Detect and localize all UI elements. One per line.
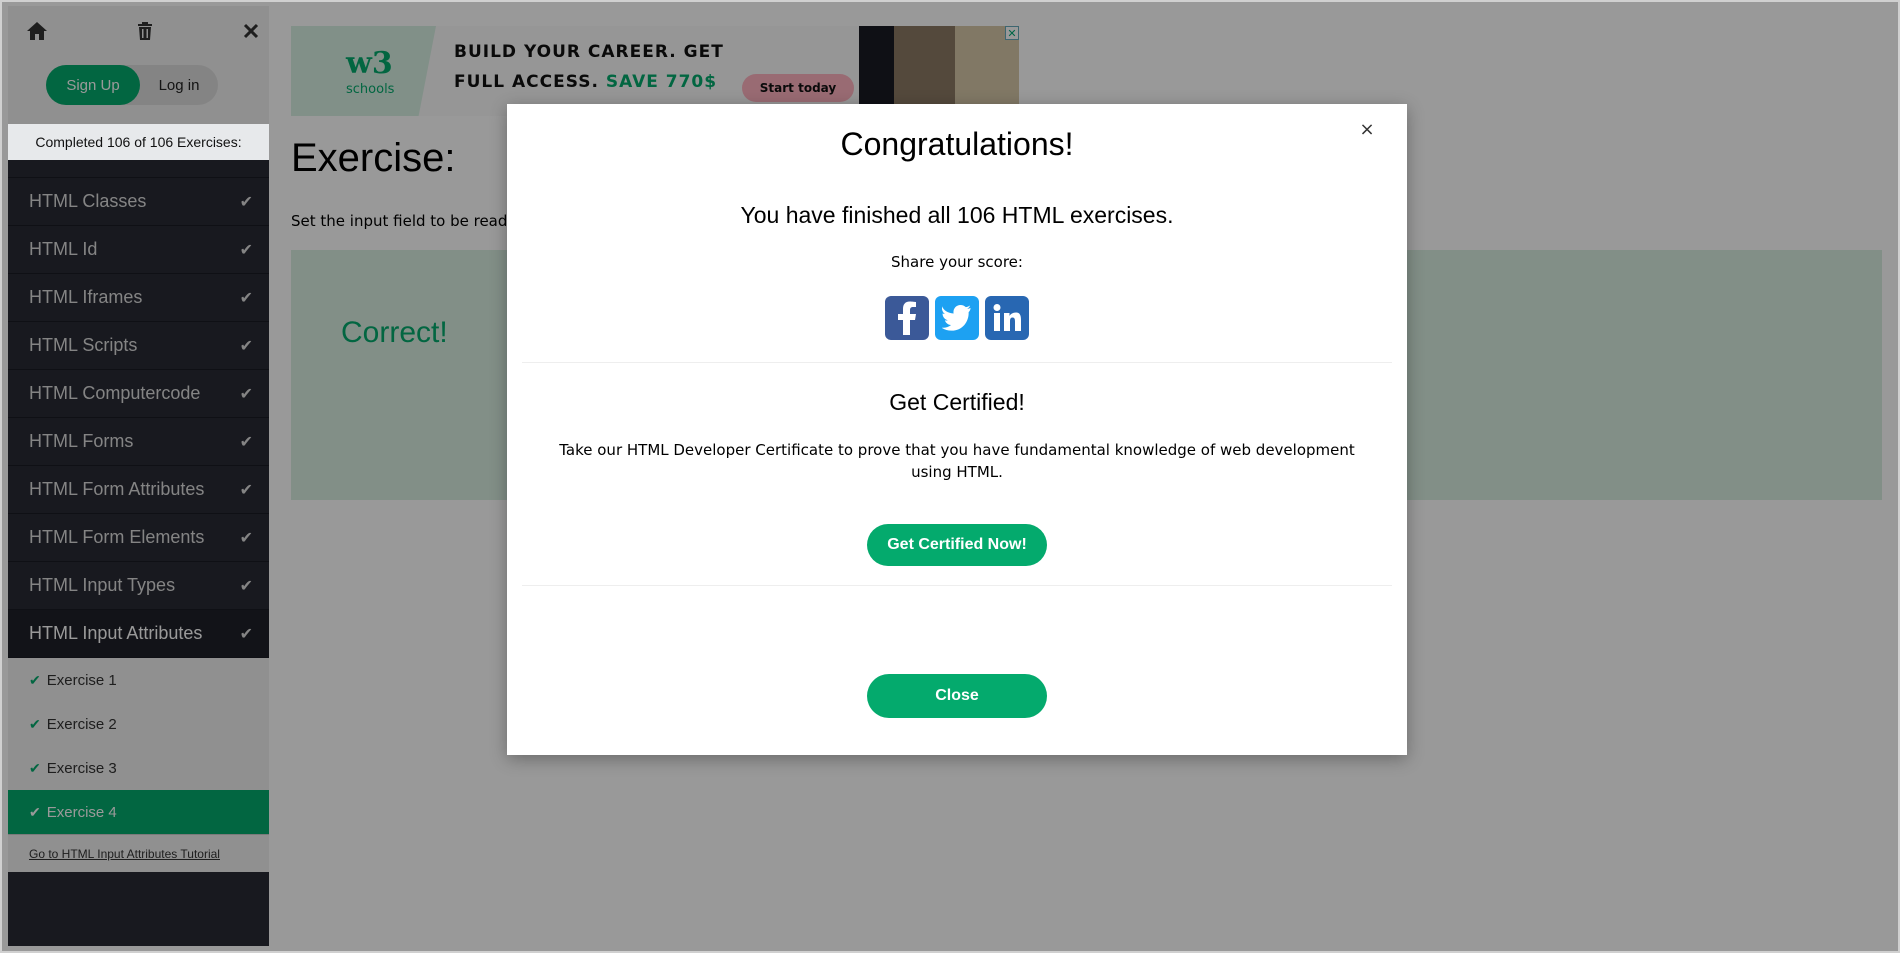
divider: [522, 362, 1392, 363]
modal-title: Congratulations!: [840, 126, 1074, 162]
certificate-heading: Get Certified!: [889, 389, 1025, 415]
get-certified-button[interactable]: Get Certified Now!: [867, 524, 1047, 566]
completion-status: Completed 106 of 106 Exercises:: [8, 124, 269, 160]
browser-viewport: Sign Up Log in Completed 106 of 106 Exer…: [0, 0, 1900, 953]
divider: [522, 585, 1392, 586]
congratulations-modal: × Congratulations! You have finished all…: [507, 104, 1407, 755]
certificate-description: Take our HTML Developer Certificate to p…: [559, 441, 1355, 481]
twitter-icon[interactable]: [935, 296, 979, 340]
social-share-buttons: [885, 296, 1029, 340]
modal-subtitle: You have finished all 106 HTML exercises…: [740, 202, 1174, 228]
facebook-icon[interactable]: [885, 296, 929, 340]
linkedin-icon[interactable]: [985, 296, 1029, 340]
share-label: Share your score:: [891, 253, 1023, 271]
close-button[interactable]: Close: [867, 674, 1047, 718]
